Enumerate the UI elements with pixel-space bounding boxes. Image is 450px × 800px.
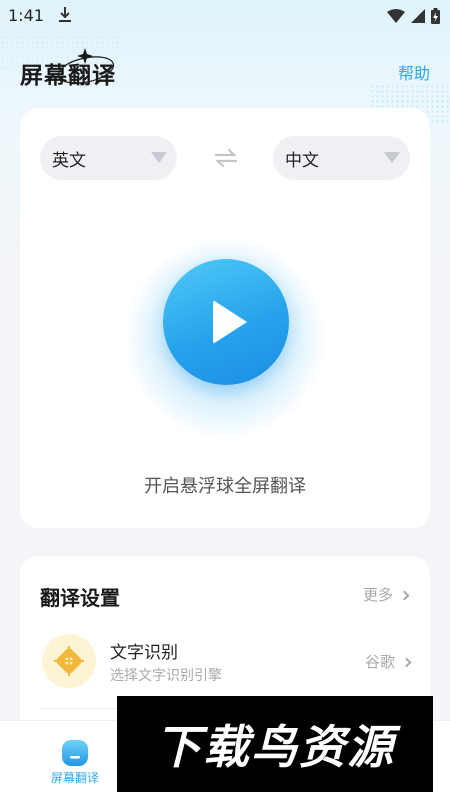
download-icon — [59, 7, 71, 22]
target-language-label: 中文 — [285, 150, 319, 171]
floating-ball-start — [125, 238, 325, 438]
start-translation-button[interactable] — [163, 259, 289, 385]
ocr-label: 文字识别 — [110, 643, 178, 663]
watermark-text: 下载鸟资源 — [155, 720, 395, 774]
more-button[interactable]: 更多 — [362, 584, 410, 605]
ocr-setting-row[interactable]: 文字识别 选择文字识别引擎 谷歌 — [40, 634, 412, 690]
ocr-value-label: 谷歌 — [364, 653, 395, 671]
ocr-engine-value: 谷歌 — [364, 651, 412, 672]
dropdown-caret-icon — [151, 152, 167, 163]
target-language-select[interactable]: 中文 — [273, 136, 410, 180]
status-bar: 1:41 — [0, 0, 450, 32]
nav-item-screen-translate[interactable]: 屏幕翻译 — [40, 721, 110, 800]
ocr-icon — [42, 634, 96, 688]
source-language-select[interactable]: 英文 — [40, 136, 177, 180]
signal-icon — [411, 9, 425, 23]
settings-title: 翻译设置 — [40, 586, 120, 610]
more-label: 更多 — [362, 586, 393, 604]
screen-translate-icon — [62, 740, 88, 766]
wifi-icon — [387, 9, 405, 23]
battery-icon — [431, 8, 440, 24]
page-title: 屏幕翻译 — [20, 63, 116, 89]
source-language-label: 英文 — [52, 150, 86, 171]
play-icon — [213, 300, 247, 344]
watermark-banner: 下载鸟资源 — [117, 696, 433, 792]
ocr-subtitle: 选择文字识别引擎 — [110, 668, 222, 684]
status-icons — [387, 8, 440, 24]
status-time: 1:41 — [8, 6, 44, 25]
start-caption: 开启悬浮球全屏翻译 — [144, 476, 306, 497]
swap-languages-icon[interactable] — [214, 148, 238, 168]
dropdown-caret-icon — [384, 152, 400, 163]
translate-card: 英文 中文 开启悬浮球全屏翻译 — [20, 108, 430, 528]
nav-label: 屏幕翻译 — [50, 771, 99, 785]
chevron-right-icon — [401, 657, 412, 668]
chevron-right-icon — [399, 590, 410, 601]
help-button[interactable]: 帮助 — [398, 60, 430, 84]
